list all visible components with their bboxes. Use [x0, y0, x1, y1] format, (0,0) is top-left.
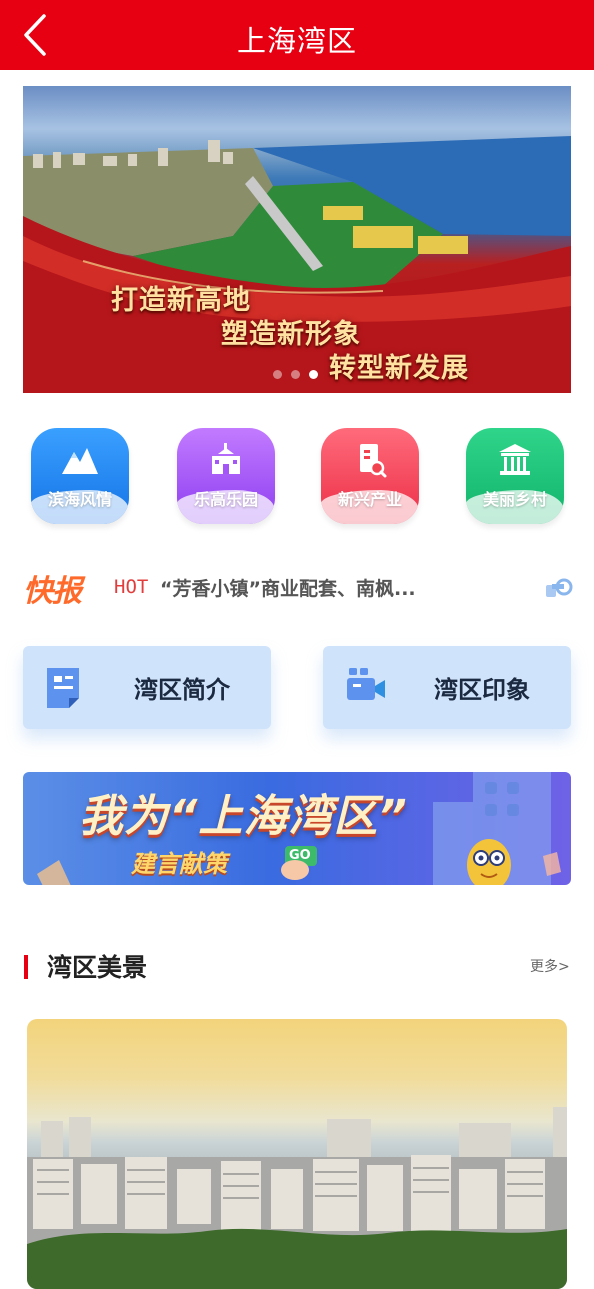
video-camera-icon: [347, 668, 385, 700]
promo-title: 我为“上海湾区”: [79, 791, 408, 842]
impression-button[interactable]: 湾区印象: [323, 646, 571, 729]
pavilion-icon: [499, 444, 531, 475]
category-lego[interactable]: 乐高乐园: [177, 428, 275, 524]
more-link[interactable]: 更多>: [530, 956, 570, 976]
scenery-card[interactable]: [27, 1019, 567, 1289]
banner-carousel[interactable]: 打造新高地 塑造新形象 转型新发展: [23, 86, 571, 393]
castle-icon: [212, 443, 240, 474]
go-badge: GO: [289, 848, 311, 863]
page-title: 上海湾区: [236, 24, 357, 58]
category-row: 滨海风情 乐高乐园 新兴产业 美丽乡村: [0, 428, 594, 528]
impression-button-label: 湾区印象: [434, 676, 530, 704]
app-header: 上海湾区: [0, 0, 594, 70]
megaphone-icon[interactable]: [544, 576, 574, 600]
promo-banner[interactable]: 我为“上海湾区” 建言献策 GO: [23, 772, 571, 885]
carousel-dot[interactable]: [273, 370, 282, 379]
intro-button[interactable]: 湾区简介: [23, 646, 271, 729]
promo-subtitle: 建言献策: [131, 850, 227, 878]
category-binhai[interactable]: 滨海风情: [31, 428, 129, 524]
news-ticker[interactable]: 快报 HOT “芳香小镇”商业配套、南枫...: [0, 566, 594, 610]
city-skyline-image: [27, 1107, 567, 1289]
hot-badge: HOT: [114, 576, 149, 598]
category-label: 新兴产业: [337, 490, 402, 509]
document-icon: [47, 668, 79, 708]
banner-slogan-3: 转型新发展: [329, 353, 469, 384]
intro-button-label: 湾区简介: [134, 676, 230, 704]
category-village[interactable]: 美丽乡村: [466, 428, 564, 524]
category-industry[interactable]: 新兴产业: [321, 428, 419, 524]
section-header: 湾区美景 更多>: [0, 944, 594, 988]
section-accent-bar: [24, 955, 28, 979]
document-search-icon: [360, 444, 387, 478]
carousel-dot[interactable]: [291, 370, 300, 379]
news-tag: 快报: [23, 574, 82, 609]
category-label: 乐高乐园: [193, 490, 258, 509]
category-label: 美丽乡村: [482, 490, 547, 509]
carousel-indicator: [273, 364, 327, 383]
mountain-icon: [62, 448, 98, 474]
section-title: 湾区美景: [47, 953, 148, 982]
category-label: 滨海风情: [47, 490, 112, 509]
carousel-dot-active[interactable]: [309, 370, 318, 379]
news-headline[interactable]: “芳香小镇”商业配套、南枫...: [160, 574, 416, 601]
